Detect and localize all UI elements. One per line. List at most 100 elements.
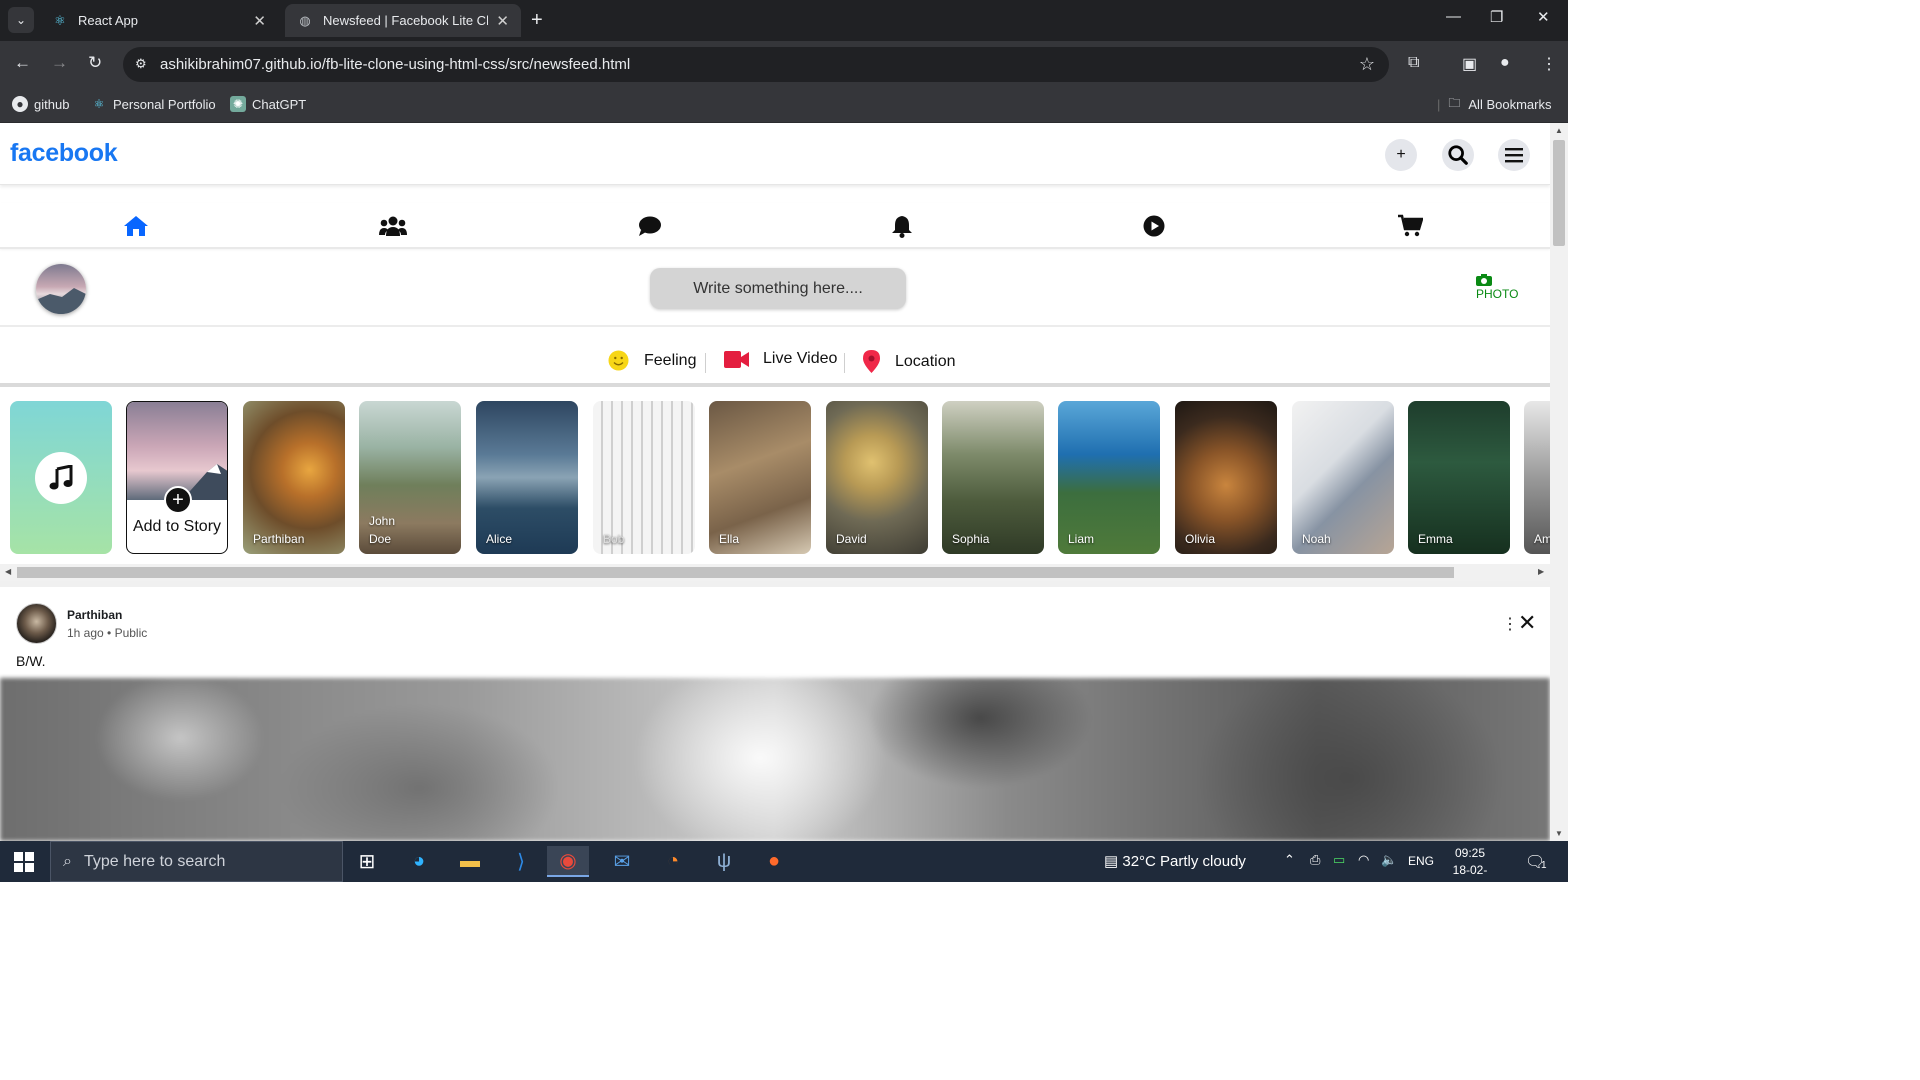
- more-menu-icon[interactable]: ⋮: [1541, 54, 1557, 74]
- add-icon[interactable]: +: [164, 486, 192, 514]
- taskbar-search-placeholder: Type here to search: [83, 852, 226, 870]
- clock[interactable]: 09:25 18-02-2024: [1440, 845, 1500, 896]
- scroll-down-icon[interactable]: ▼: [1555, 829, 1563, 838]
- forward-icon[interactable]: →: [51, 53, 68, 73]
- bookmark-github[interactable]: ● github: [12, 96, 69, 112]
- tab-react-app[interactable]: ⚛ React App ✕: [40, 4, 278, 37]
- extensions-icon[interactable]: ⧉: [1408, 54, 1419, 72]
- scroll-up-icon[interactable]: ▲: [1555, 126, 1563, 135]
- write-post-input[interactable]: Write something here....: [650, 268, 906, 309]
- location-button[interactable]: Location: [863, 350, 956, 373]
- battery-icon[interactable]: ▭: [1333, 852, 1345, 868]
- all-bookmarks[interactable]: | 🗀 All Bookmarks: [1437, 96, 1551, 112]
- story-card[interactable]: John Doe: [359, 401, 461, 554]
- windows-taskbar: ⌕ Type here to search ⊞ ◕ ▬ ⟩ ◉ ✉ ◔ ψ ● …: [0, 841, 1568, 894]
- story-card[interactable]: Sophia: [942, 401, 1044, 554]
- volume-icon[interactable]: 🔈: [1381, 852, 1397, 868]
- side-panel-icon[interactable]: ▣: [1462, 54, 1477, 74]
- story-card[interactable]: Emma: [1408, 401, 1510, 554]
- mail-icon[interactable]: ✉: [601, 846, 643, 877]
- firefox-icon[interactable]: ◔: [652, 846, 694, 877]
- nav-watch[interactable]: [1140, 213, 1168, 239]
- nav-home[interactable]: [122, 213, 150, 239]
- bookmarks-bar: ● github ⚛ Personal Portfolio ✺ ChatGPT …: [0, 88, 1568, 123]
- file-explorer-icon[interactable]: ▬: [449, 846, 491, 877]
- postman-icon[interactable]: ●: [753, 846, 795, 877]
- minimize-icon[interactable]: —: [1446, 8, 1461, 25]
- story-name: David: [836, 532, 867, 546]
- story-card[interactable]: Liam: [1058, 401, 1160, 554]
- url-text[interactable]: ashikibrahim07.github.io/fb-lite-clone-u…: [160, 56, 630, 73]
- bookmark-portfolio[interactable]: ⚛ Personal Portfolio: [91, 96, 216, 112]
- window-close-icon[interactable]: ✕: [1537, 8, 1550, 26]
- close-icon[interactable]: ✕: [1518, 610, 1536, 636]
- fb-logo[interactable]: facebook: [10, 139, 118, 168]
- tray-chevron-icon[interactable]: ⌃: [1284, 852, 1295, 868]
- fb-nav: [0, 203, 1550, 249]
- story-card[interactable]: Bob: [593, 401, 695, 554]
- windows-start-icon[interactable]: [14, 852, 34, 872]
- nav-friends[interactable]: [379, 213, 407, 239]
- nav-notifications[interactable]: [888, 213, 916, 239]
- story-card[interactable]: Am: [1524, 401, 1550, 554]
- new-tab-button[interactable]: +: [531, 9, 543, 32]
- story-card[interactable]: Olivia: [1175, 401, 1277, 554]
- location-label: Location: [895, 352, 956, 370]
- messages-icon: [639, 216, 661, 236]
- back-icon[interactable]: ←: [14, 53, 31, 73]
- site-info-icon[interactable]: ⚙: [135, 56, 147, 72]
- story-card[interactable]: Noah: [1292, 401, 1394, 554]
- nav-messages[interactable]: [636, 213, 664, 239]
- tab-title: React App: [78, 13, 138, 28]
- close-icon[interactable]: ✕: [496, 12, 509, 30]
- tab-search-button[interactable]: ⌄: [8, 7, 34, 33]
- edge-icon[interactable]: ◕: [398, 846, 440, 877]
- nav-marketplace[interactable]: [1396, 213, 1424, 239]
- bookmark-label: Personal Portfolio: [113, 96, 216, 112]
- search-button[interactable]: [1442, 139, 1474, 171]
- taskbar-search[interactable]: ⌕ Type here to search: [50, 841, 343, 882]
- story-name: Ella: [719, 532, 740, 546]
- vscode-icon[interactable]: ⟩: [500, 846, 542, 877]
- feeling-button[interactable]: Feeling: [608, 350, 696, 371]
- story-card[interactable]: Parthiban: [243, 401, 345, 554]
- scrollbar-thumb[interactable]: [17, 567, 1454, 578]
- chrome-icon[interactable]: ◉: [547, 846, 589, 877]
- page-vertical-scrollbar[interactable]: ▲ ▼: [1550, 123, 1568, 841]
- tab-newsfeed[interactable]: ◍ Newsfeed | Facebook Lite Clone ✕: [285, 4, 521, 37]
- post-author-name[interactable]: Parthiban: [67, 608, 122, 622]
- folder-icon: 🗀: [1448, 95, 1461, 110]
- language-indicator[interactable]: ENG: [1408, 854, 1434, 868]
- create-button[interactable]: +: [1385, 139, 1417, 171]
- stories-horizontal-scrollbar[interactable]: ◀ ▶: [0, 564, 1550, 581]
- avatar[interactable]: [36, 264, 86, 314]
- scroll-right-icon[interactable]: ▶: [1538, 567, 1544, 576]
- bookmark-star-icon[interactable]: ☆: [1359, 54, 1375, 75]
- photo-button[interactable]: PHOTO: [1476, 273, 1518, 301]
- page-viewport: facebook + Write something here.... PHOT…: [0, 123, 1550, 841]
- post-composer: Write something here.... PHOTO: [0, 251, 1550, 327]
- scroll-left-icon[interactable]: ◀: [5, 567, 11, 576]
- bookmark-chatgpt[interactable]: ✺ ChatGPT: [230, 96, 306, 112]
- task-view-icon[interactable]: ⊞: [346, 846, 388, 877]
- add-story-card[interactable]: + Add to Story: [126, 401, 228, 554]
- scrollbar-thumb[interactable]: [1553, 140, 1565, 246]
- live-video-button[interactable]: Live Video: [724, 350, 837, 368]
- story-card[interactable]: David: [826, 401, 928, 554]
- restore-icon[interactable]: ❐: [1490, 8, 1503, 26]
- close-icon[interactable]: ✕: [253, 12, 266, 30]
- address-bar[interactable]: ⚙ ashikibrahim07.github.io/fb-lite-clone…: [123, 47, 1389, 82]
- meet-now-icon[interactable]: ⎙: [1310, 852, 1320, 868]
- menu-button[interactable]: [1498, 139, 1530, 171]
- postgresql-icon[interactable]: ψ: [703, 846, 745, 877]
- story-card[interactable]: Ella: [709, 401, 811, 554]
- wifi-icon[interactable]: ◠: [1358, 852, 1369, 868]
- profile-icon[interactable]: ●: [1500, 54, 1510, 72]
- more-options-icon[interactable]: ⋮: [1502, 614, 1518, 634]
- story-card[interactable]: Alice: [476, 401, 578, 554]
- post-author-avatar[interactable]: [16, 603, 57, 644]
- music-story[interactable]: [10, 401, 112, 554]
- weather-widget[interactable]: ▤ 32°C Partly cloudy: [1104, 852, 1246, 870]
- post-image[interactable]: [0, 678, 1550, 841]
- reload-icon[interactable]: ↻: [88, 53, 102, 73]
